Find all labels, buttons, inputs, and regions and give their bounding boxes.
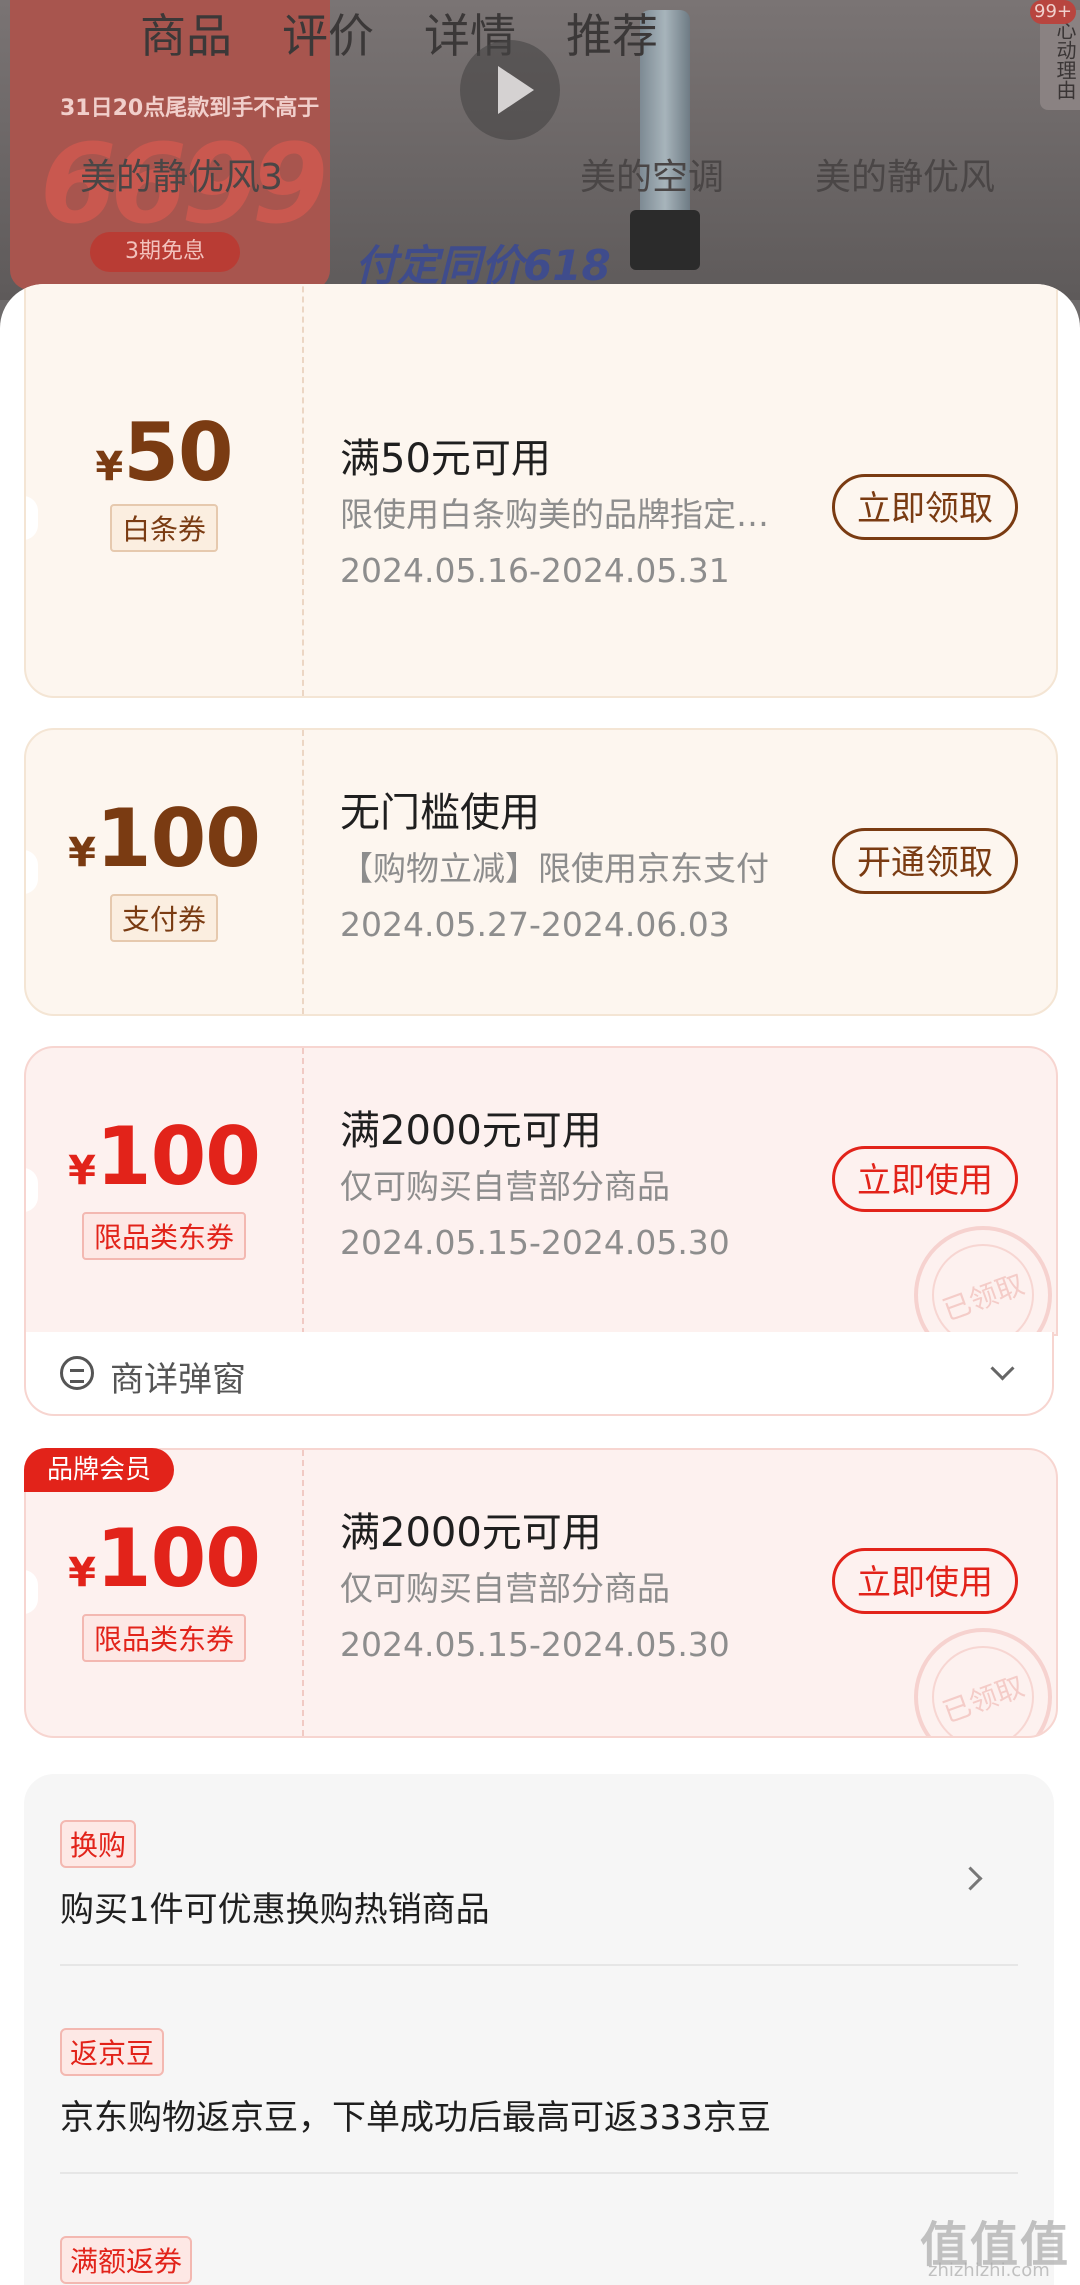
watermark-url: zhizhizhi.com [928,2260,1050,2281]
coupon-desc: 限使用白条购美的品牌指定商品 [340,495,780,534]
play-video-icon[interactable] [460,40,560,140]
search-suggestion-2[interactable]: 美的空调 [580,148,724,200]
brand-member-badge: 品牌会员 [24,1448,174,1492]
coupon-card: ¥100 支付券 无门槛使用 【购物立减】限使用京东支付 2024.05.27-… [24,728,1058,1016]
coupon-type-badge: 支付券 [109,894,218,942]
coupon-desc: 仅可购买自营部分商品 [340,1167,670,1206]
coupon-date: 2024.05.27-2024.06.03 [340,905,730,944]
coupon-sheet: 优惠 ¥50 白条券 满50元可用 限使用白条购美的品牌指定商品 2024.05… [0,284,1080,2285]
promo-text: 31日20点尾款到手不高于 [60,96,320,121]
benefit-text: 京东购物返京豆，下单成功后最高可返333京豆 [60,2098,771,2138]
coupon-source-icon [60,1356,94,1390]
top-tabs: 商品 评价 详情 推荐 [140,0,708,66]
coupon-type-badge: 限品类东券 [81,1212,246,1260]
side-reason-tab[interactable]: 心动理由 [1040,10,1080,110]
claimed-stamp: 已领取 [914,1628,1052,1736]
coupon-amount: ¥100 [68,1512,261,1605]
coupon-card: ¥50 白条券 满50元可用 限使用白条购美的品牌指定商品 2024.05.16… [24,284,1058,698]
tab-recommend[interactable]: 推荐 [566,9,658,63]
tab-product[interactable]: 商品 [140,9,232,63]
benefit-tag: 返京豆 [60,2028,165,2076]
background-product-page: 31日20点尾款到手不高于 6699 3期免息 商品 评价 详情 推荐 美的静优风3 … [0,0,1080,300]
benefit-text: 购买1件可优惠换购热销商品 [60,1890,490,1930]
divider [60,2172,1018,2174]
chevron-down-icon[interactable] [990,1356,1015,1381]
claimed-stamp: 已领取 [914,1226,1052,1334]
coupon-title: 满2000元可用 [340,1510,602,1556]
use-now-button[interactable]: 立即使用 [832,1548,1018,1614]
tab-reviews[interactable]: 评价 [282,9,374,63]
divider [60,1964,1018,1966]
search-suggestion-1[interactable]: 美的静优风3 [80,157,283,198]
benefit-tag: 换购 [60,1820,137,1868]
coupon-desc: 【购物立减】限使用京东支付 [340,849,769,888]
coupon-amount: ¥100 [68,1110,261,1203]
benefit-row-rebate: 满额返券 [60,2236,1018,2285]
benefit-tag: 满额返券 [60,2236,193,2284]
coupon-date: 2024.05.15-2024.05.30 [340,1223,730,1262]
coupon-title: 无门槛使用 [340,790,540,836]
promo-tag: 3期免息 [90,232,240,272]
coupon-title: 满2000元可用 [340,1108,602,1154]
activate-claim-button[interactable]: 开通领取 [832,828,1018,894]
coupon-card: ¥100 限品类东券 满2000元可用 仅可购买自营部分商品 2024.05.1… [24,1448,1058,1738]
claim-button[interactable]: 立即领取 [832,474,1018,540]
coupon-source-label: 商详弹窗 [110,1360,246,1400]
coupon-card: ¥100 限品类东券 满2000元可用 仅可购买自营部分商品 2024.05.1… [24,1046,1058,1336]
coupon-date: 2024.05.15-2024.05.30 [340,1625,730,1664]
benefits-panel: 换购 购买1件可优惠换购热销商品 返京豆 京东购物返京豆，下单成功后最高可返33… [24,1774,1054,2285]
use-now-button[interactable]: 立即使用 [832,1146,1018,1212]
search-suggestions: 美的静优风3 美的空调 美的静优风 [80,148,995,200]
notification-badge: 99+ [1030,0,1076,24]
coupon-expand-row[interactable]: 商详弹窗 [24,1332,1054,1416]
coupon-amount: ¥100 [68,792,261,885]
search-suggestion-3[interactable]: 美的静优风 [815,148,995,200]
coupon-type-badge: 限品类东券 [81,1614,246,1662]
coupon-title: 满50元可用 [340,436,551,482]
coupon-amount: ¥50 [95,406,233,499]
coupon-desc: 仅可购买自营部分商品 [340,1569,670,1608]
benefit-row-jingdou: 返京豆 京东购物返京豆，下单成功后最高可返333京豆 [60,2028,1018,2138]
benefit-row-exchange[interactable]: 换购 购买1件可优惠换购热销商品 [60,1820,1018,1930]
coupon-type-badge: 白条券 [109,504,218,552]
coupon-date: 2024.05.16-2024.05.31 [340,551,730,590]
